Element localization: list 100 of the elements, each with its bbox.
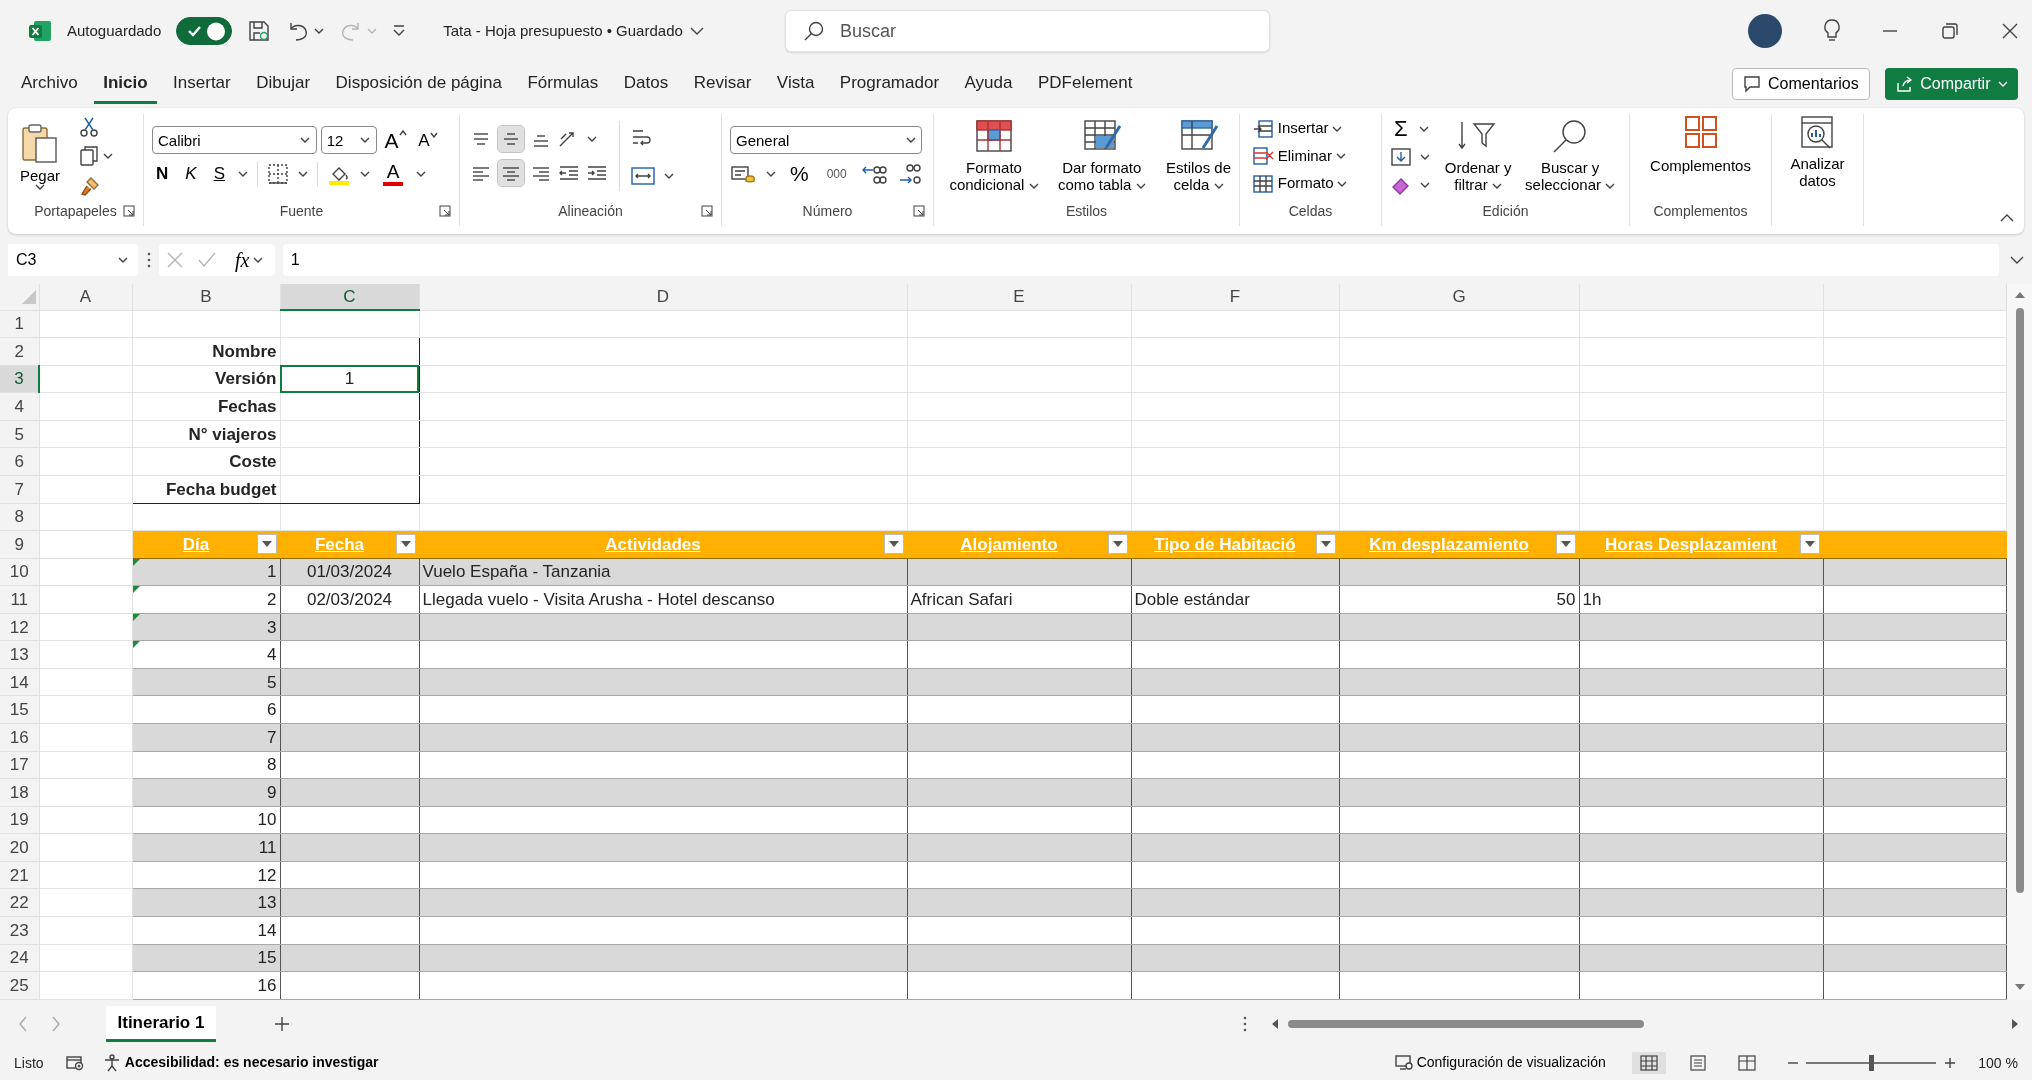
- addins-button[interactable]: Complementos: [1638, 114, 1763, 175]
- row-header[interactable]: 10: [0, 558, 39, 586]
- column-header[interactable]: C: [280, 284, 419, 311]
- row-header[interactable]: 6: [0, 447, 39, 476]
- dialog-launcher-icon[interactable]: [439, 205, 451, 217]
- italic-button[interactable]: K: [181, 165, 201, 183]
- editing-button[interactable]: Buscar y seleccionar: [1519, 118, 1621, 194]
- row-header[interactable]: 1: [0, 310, 39, 338]
- menu-tab[interactable]: Disposición de página: [326, 63, 511, 105]
- more-options-icon[interactable]: [145, 252, 152, 268]
- styles-button[interactable]: Estilos de celda: [1157, 118, 1240, 194]
- menu-tab[interactable]: Programador: [830, 63, 949, 105]
- comments-button[interactable]: Comentarios: [1731, 68, 1870, 100]
- menu-tab[interactable]: Dibujar: [247, 63, 320, 105]
- column-header[interactable]: F: [1131, 284, 1339, 311]
- autosave-toggle[interactable]: [176, 17, 233, 45]
- row-header[interactable]: 24: [0, 944, 39, 972]
- row-header[interactable]: 17: [0, 751, 39, 779]
- font-color-button[interactable]: A: [378, 161, 407, 186]
- caret-icon[interactable]: [300, 137, 310, 144]
- filter-button[interactable]: [1799, 534, 1820, 555]
- accessibility-button[interactable]: Accesibilidad: es necesario investigar: [99, 1054, 383, 1072]
- column-header[interactable]: A: [39, 284, 132, 311]
- cells-button[interactable]: Insertar: [1248, 118, 1352, 139]
- row-header[interactable]: 18: [0, 778, 39, 807]
- caret-icon[interactable]: [359, 170, 370, 177]
- row-header[interactable]: 11: [0, 585, 39, 614]
- row-header[interactable]: 9: [0, 530, 39, 559]
- caret-icon[interactable]: [663, 172, 674, 179]
- row-header[interactable]: 22: [0, 888, 39, 917]
- row-header[interactable]: 13: [0, 640, 39, 669]
- caret-icon[interactable]: [102, 153, 113, 159]
- row-header[interactable]: 23: [0, 916, 39, 944]
- menu-tab[interactable]: Fórmulas: [518, 63, 608, 105]
- number-format-field[interactable]: General: [730, 126, 922, 155]
- sheet-tab[interactable]: Itinerario 1: [105, 1005, 217, 1043]
- formula-field[interactable]: 1: [282, 244, 1999, 276]
- row-header[interactable]: 20: [0, 833, 39, 862]
- dialog-launcher-icon[interactable]: [123, 205, 135, 217]
- filter-button[interactable]: [1315, 534, 1336, 555]
- row-header[interactable]: 3: [0, 365, 39, 393]
- caret-icon[interactable]: [905, 137, 916, 144]
- row-header[interactable]: 19: [0, 806, 39, 834]
- percent-button[interactable]: %: [786, 163, 813, 185]
- search-field[interactable]: Buscar: [785, 10, 1270, 52]
- row-header[interactable]: 2: [0, 337, 39, 366]
- grow-font-button[interactable]: A: [380, 129, 411, 151]
- filter-button[interactable]: [256, 534, 277, 555]
- menu-tab[interactable]: Archivo: [12, 63, 87, 105]
- cut-icon[interactable]: [79, 115, 100, 138]
- close-icon[interactable]: [2002, 23, 2018, 39]
- styles-button[interactable]: Dar formato como tabla: [1049, 118, 1154, 194]
- font-size-field[interactable]: 12: [320, 126, 377, 155]
- column-header[interactable]: B: [132, 284, 280, 311]
- share-button[interactable]: Compartir: [1884, 68, 2018, 100]
- menu-tab[interactable]: Inicio: [94, 63, 157, 105]
- zoom-level[interactable]: 100 %: [1978, 1052, 2018, 1074]
- bold-button[interactable]: N: [152, 165, 173, 183]
- more-options-icon[interactable]: [1241, 1016, 1248, 1032]
- normal-view-icon[interactable]: [1632, 1052, 1667, 1074]
- analyze-data-button[interactable]: Analizar datos: [1780, 114, 1855, 190]
- row-header[interactable]: 16: [0, 723, 39, 752]
- caret-icon[interactable]: [415, 170, 426, 177]
- row-header[interactable]: 21: [0, 861, 39, 889]
- zoom-in-icon[interactable]: [1943, 1057, 1956, 1069]
- column-header[interactable]: E: [907, 284, 1131, 311]
- spreadsheet-logo-icon[interactable]: [28, 19, 52, 43]
- menu-tab[interactable]: Insertar: [164, 63, 240, 105]
- filter-button[interactable]: [395, 534, 416, 555]
- add-sheet-icon[interactable]: [274, 1016, 291, 1032]
- autosum-button[interactable]: Σ: [1390, 117, 1412, 140]
- save-icon[interactable]: [247, 19, 272, 43]
- middle-align-icon[interactable]: [497, 126, 524, 153]
- caret-icon[interactable]: [237, 170, 248, 177]
- menu-tab[interactable]: Vista: [767, 63, 824, 105]
- column-header[interactable]: G: [1339, 284, 1579, 311]
- row-header[interactable]: 7: [0, 475, 39, 503]
- row-header[interactable]: 4: [0, 392, 39, 421]
- paste-button[interactable]: Pegar: [16, 121, 65, 191]
- borders-icon[interactable]: [266, 162, 289, 185]
- column-header[interactable]: D: [419, 284, 907, 311]
- collapse-ribbon-icon[interactable]: [2000, 214, 2014, 222]
- merge-cells-icon[interactable]: [630, 164, 656, 187]
- row-header[interactable]: 15: [0, 695, 39, 724]
- expand-formula-icon[interactable]: [2010, 256, 2024, 264]
- filter-button[interactable]: [1107, 534, 1128, 555]
- filter-button[interactable]: [883, 534, 904, 555]
- cells-button[interactable]: Formato: [1248, 173, 1352, 194]
- copy-icon[interactable]: [79, 145, 100, 167]
- menu-tab[interactable]: Datos: [614, 63, 678, 105]
- caret-icon[interactable]: [297, 170, 308, 177]
- styles-button[interactable]: Formato condicional: [942, 118, 1046, 194]
- macro-record-icon[interactable]: [66, 1055, 85, 1071]
- slider-thumb[interactable]: [1869, 1055, 1875, 1071]
- customize-icon[interactable]: [391, 25, 406, 37]
- editing-button[interactable]: Ordenar y filtrar: [1437, 118, 1520, 194]
- caret-icon[interactable]: [1419, 154, 1430, 160]
- menu-tab[interactable]: Ayuda: [955, 63, 1022, 105]
- font-name-field[interactable]: Calibri: [152, 126, 317, 155]
- caret-icon[interactable]: [587, 136, 597, 143]
